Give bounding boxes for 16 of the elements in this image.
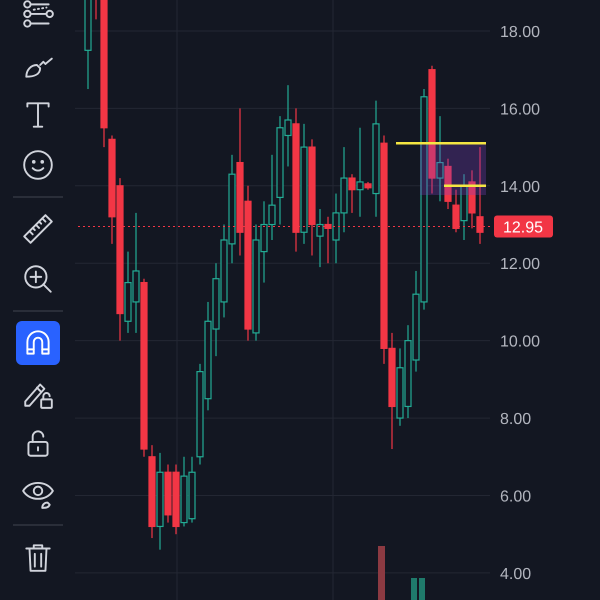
price-label: 12.00 — [500, 256, 540, 274]
price-label: 10.00 — [500, 334, 540, 351]
price-label: 16.00 — [500, 101, 540, 118]
horizontal-line[interactable] — [396, 142, 486, 144]
smiley-icon — [20, 148, 54, 182]
price-label: 6.00 — [500, 488, 532, 506]
magnet-tool[interactable] — [16, 321, 60, 365]
ruler-icon — [20, 212, 54, 246]
horizontal-line[interactable] — [444, 184, 486, 188]
selection-rectangle[interactable] — [420, 143, 486, 195]
price-label: 18.00 — [500, 24, 540, 41]
price-label: 8.00 — [500, 411, 532, 428]
price-label: 4.00 — [500, 566, 532, 583]
volume-bars-drawing — [378, 546, 425, 600]
price-label: 14.00 — [500, 178, 540, 196]
last-price-badge: 12.95 — [494, 215, 553, 238]
